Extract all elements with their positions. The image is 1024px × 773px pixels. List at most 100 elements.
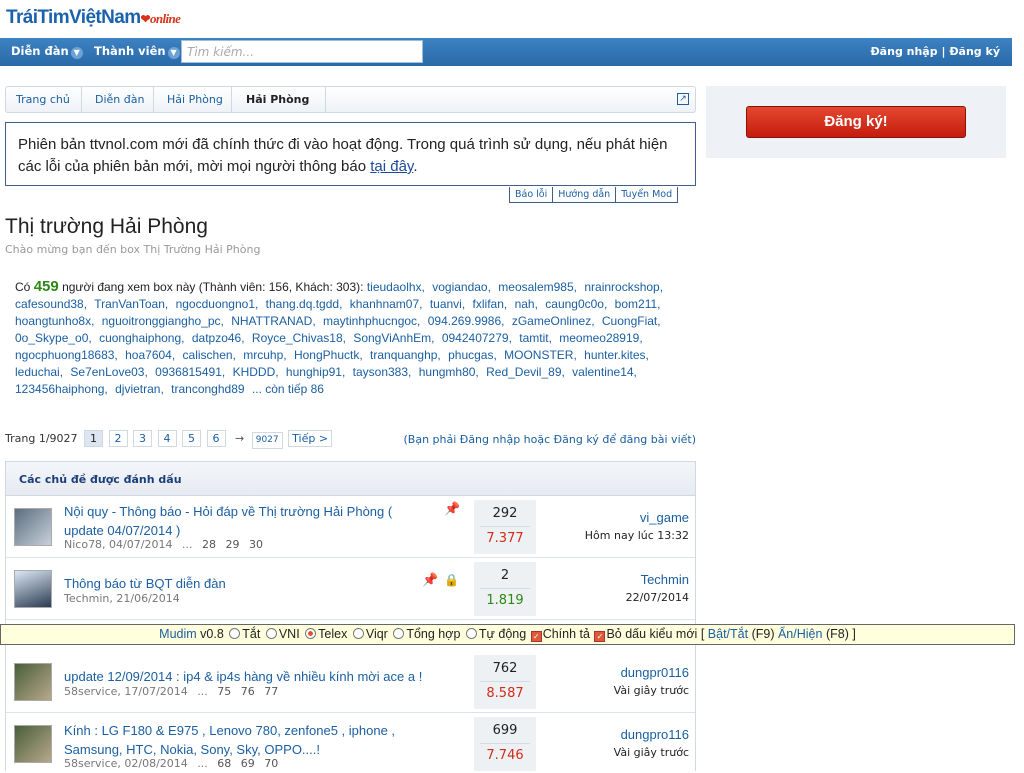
viewers-more-link[interactable]: ... còn tiếp 86 xyxy=(252,382,324,396)
viewer-link[interactable]: calischen, xyxy=(183,348,236,362)
nav-members[interactable]: Thành viên ▼ xyxy=(94,44,180,59)
toggle-link[interactable]: Bật/Tắt xyxy=(708,627,748,641)
viewer-link[interactable]: tayson383, xyxy=(353,365,412,379)
tab-guide[interactable]: Hướng dẫn xyxy=(552,187,617,203)
page-6[interactable]: 6 xyxy=(206,430,226,447)
tab-report-bug[interactable]: Báo lỗi xyxy=(509,187,554,203)
viewer-link[interactable]: Royce_Chivas18, xyxy=(252,331,346,345)
mudim-link[interactable]: Mudim xyxy=(159,627,197,641)
viewer-link[interactable]: tamtit, xyxy=(519,331,552,345)
page-last[interactable]: 9027 xyxy=(251,432,283,449)
viewer-link[interactable]: valentine14, xyxy=(572,365,637,379)
avatar[interactable] xyxy=(14,725,52,763)
thread-title[interactable]: Kính : LG F180 & E975 , Lenovo 780, zenf… xyxy=(64,721,414,759)
register-button[interactable]: Đăng ký! xyxy=(746,106,966,138)
viewer-link[interactable]: Red_Devil_89, xyxy=(486,365,565,379)
viewer-link[interactable]: cuonghaiphong, xyxy=(99,331,184,345)
thread-starter[interactable]: 58service, 02/08/2014 xyxy=(64,757,188,770)
thread-title[interactable]: Thông báo từ BQT diễn đàn xyxy=(64,574,226,593)
viewer-link[interactable]: cafesound38, xyxy=(15,297,87,311)
viewer-link[interactable]: 094.269.9986, xyxy=(428,314,505,328)
thread-page-link[interactable]: 77 xyxy=(264,685,278,698)
thread-page-link[interactable]: 75 xyxy=(217,685,231,698)
viewer-link[interactable]: 123456haiphong, xyxy=(15,382,108,396)
page-next[interactable]: Tiếp > xyxy=(288,430,333,447)
register-link[interactable]: Đăng ký xyxy=(949,45,1000,58)
thread-title[interactable]: Nội quy - Thông báo - Hỏi đáp về Thị trư… xyxy=(64,502,404,540)
viewer-link[interactable]: khanhnam07, xyxy=(350,297,423,311)
viewer-link[interactable]: ngocphuong18683, xyxy=(15,348,118,362)
radio-auto[interactable] xyxy=(465,628,477,639)
viewer-link[interactable]: nrainrockshop, xyxy=(584,280,663,294)
viewer-link[interactable]: nah, xyxy=(515,297,538,311)
viewer-link[interactable]: tranconghd89 xyxy=(171,382,244,396)
viewer-link[interactable]: NHATTRANAD, xyxy=(231,314,315,328)
viewer-link[interactable]: KHDDD, xyxy=(233,365,279,379)
tab-recruit-mod[interactable]: Tuyển Mod xyxy=(615,187,679,203)
viewer-link[interactable]: tuanvi, xyxy=(430,297,465,311)
last-post-user[interactable]: dungpr0116 xyxy=(614,665,689,680)
viewer-link[interactable]: fxlifan, xyxy=(473,297,508,311)
thread-page-link[interactable]: 76 xyxy=(241,685,255,698)
viewer-link[interactable]: tranquanghp, xyxy=(370,348,441,362)
viewer-link[interactable]: caung0c0o, xyxy=(545,297,607,311)
last-post-user[interactable]: Techmin xyxy=(626,572,689,587)
site-logo[interactable]: TráiTimViệtNam❤online xyxy=(6,7,181,29)
viewer-link[interactable]: mrcuhp, xyxy=(243,348,286,362)
viewer-link[interactable]: 0936815491, xyxy=(155,365,225,379)
viewer-link[interactable]: datpzo46, xyxy=(192,331,245,345)
nav-forum[interactable]: Diễn đàn ▼ xyxy=(11,44,83,59)
hide-link[interactable]: Ẩn/Hiện xyxy=(778,627,822,641)
search-input[interactable] xyxy=(181,40,423,63)
avatar[interactable] xyxy=(14,570,52,608)
viewer-link[interactable]: hunter.kites, xyxy=(584,348,649,362)
viewer-link[interactable]: SongViAnhEm, xyxy=(353,331,434,345)
viewer-link[interactable]: 0o_Skype_o0, xyxy=(15,331,92,345)
radio-vni[interactable] xyxy=(265,628,277,639)
viewer-link[interactable]: 0942407279, xyxy=(442,331,512,345)
radio-off[interactable] xyxy=(229,628,241,639)
notice-link[interactable]: tại đây xyxy=(370,158,413,175)
viewer-link[interactable]: vogiandao, xyxy=(432,280,491,294)
radio-telex[interactable] xyxy=(305,628,317,639)
thread-page-link[interactable]: 30 xyxy=(249,538,263,551)
viewer-link[interactable]: maytinhphucngoc, xyxy=(323,314,420,328)
viewer-link[interactable]: hoa7604, xyxy=(125,348,175,362)
viewer-link[interactable]: djvietran, xyxy=(115,382,164,396)
crumb-haiphong[interactable]: Hải Phòng xyxy=(167,93,223,106)
viewer-link[interactable]: nguoitronggiangho_pc, xyxy=(102,314,224,328)
viewer-link[interactable]: leduchai, xyxy=(15,365,63,379)
thread-page-link[interactable]: 28 xyxy=(202,538,216,551)
thread-starter[interactable]: Techmin, 21/06/2014 xyxy=(64,592,180,605)
radio-viqr[interactable] xyxy=(352,628,364,639)
viewer-link[interactable]: hunghip91, xyxy=(286,365,345,379)
crumb-home[interactable]: Trang chủ xyxy=(16,93,70,106)
page-3[interactable]: 3 xyxy=(133,430,153,447)
viewer-link[interactable]: TranVanToan, xyxy=(94,297,168,311)
thread-starter[interactable]: Nico78, 04/07/2014 xyxy=(64,538,172,551)
login-link[interactable]: Đăng nhập xyxy=(870,45,937,58)
viewer-link[interactable]: zGameOnlinez, xyxy=(512,314,595,328)
thread-page-link[interactable]: 69 xyxy=(241,757,255,770)
page-5[interactable]: 5 xyxy=(182,430,202,447)
crumb-forum[interactable]: Diễn đàn xyxy=(95,93,144,106)
viewer-link[interactable]: ngocduongno1, xyxy=(176,297,259,311)
popup-icon[interactable]: ↗ xyxy=(677,93,689,105)
thread-starter[interactable]: 58service, 17/07/2014 xyxy=(64,685,188,698)
thread-page-link[interactable]: 29 xyxy=(225,538,239,551)
login-note[interactable]: (Bạn phải Đăng nhập hoặc Đăng ký để đăng… xyxy=(404,433,697,446)
viewer-link[interactable]: HongPhuctk, xyxy=(294,348,363,362)
checkbox-new-accent[interactable]: ✓ xyxy=(594,631,606,642)
viewer-link[interactable]: phucgas, xyxy=(448,348,497,362)
thread-page-link[interactable]: 70 xyxy=(264,757,278,770)
viewer-link[interactable]: hungmh80, xyxy=(419,365,479,379)
page-2[interactable]: 2 xyxy=(108,430,128,447)
viewer-link[interactable]: thang.dq.tgdd, xyxy=(266,297,343,311)
viewer-link[interactable]: CuongFiat, xyxy=(602,314,661,328)
page-1[interactable]: 1 xyxy=(84,430,104,447)
viewer-link[interactable]: meosalem985, xyxy=(498,280,577,294)
checkbox-spelling[interactable]: ✓ xyxy=(530,631,542,642)
radio-combined[interactable] xyxy=(393,628,405,639)
viewer-link[interactable]: hoangtunho8x, xyxy=(15,314,94,328)
viewer-link[interactable]: meomeo28919, xyxy=(559,331,642,345)
